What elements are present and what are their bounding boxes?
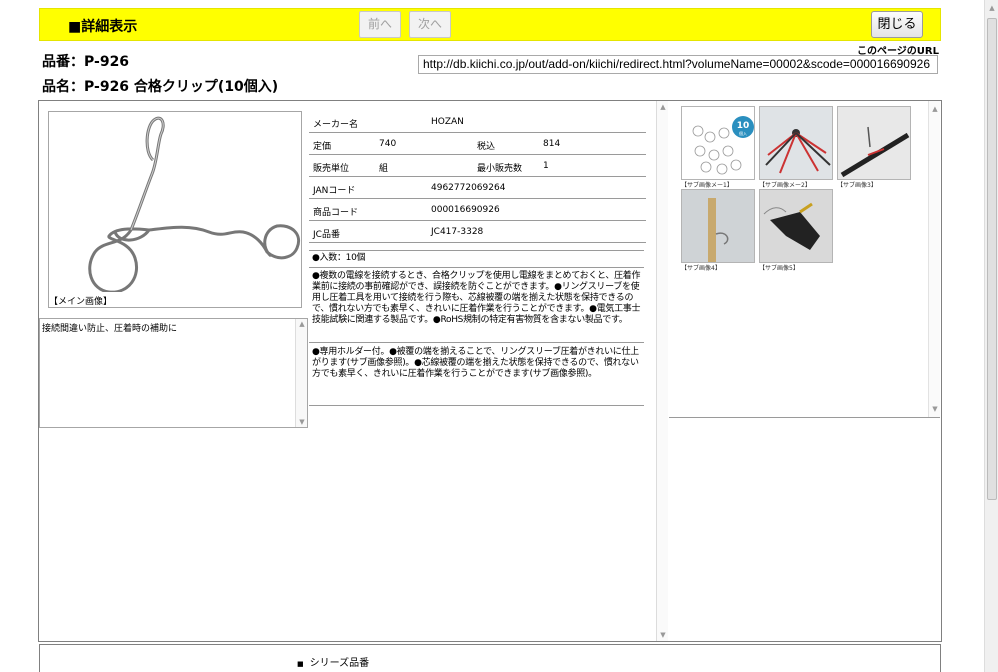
- note-quantity: ●入数：10個: [309, 250, 644, 268]
- spec-row-jc: JC品番 JC417-3328: [309, 221, 646, 243]
- sub-image-panel: 10 個入 【サブ画像メー1】 【サブ画像メー2】 【サブ画像3】 【サブ画像4…: [669, 101, 940, 418]
- wire-photo-icon: [760, 107, 832, 179]
- sub-image-1[interactable]: 10 個入: [681, 106, 755, 180]
- scroll-thumb[interactable]: [987, 18, 997, 500]
- sub-image-1-caption: 【サブ画像メー1】: [681, 182, 733, 189]
- spec-value: 814: [543, 139, 561, 149]
- url-field[interactable]: http://db.kiichi.co.jp/out/add-on/kiichi…: [418, 55, 938, 74]
- scroll-down-icon[interactable]: ▼: [296, 418, 308, 426]
- description-text: 接続間違い防止、圧着時の補助に: [42, 324, 178, 334]
- page-title: ■詳細表示: [68, 19, 138, 35]
- detail-scrollbar[interactable]: ▲ ▼: [656, 101, 668, 641]
- scroll-up-icon[interactable]: ▲: [986, 4, 998, 12]
- product-code: 品番：P-926: [42, 54, 130, 70]
- prev-button[interactable]: 前へ: [359, 11, 401, 38]
- note-paragraph-1: ●複数の電線を接続するとき、合格クリップを使用し電線をまとめておくと、圧着作業前…: [309, 271, 644, 343]
- spec-row-unit: 販売単位 組 最小販売数 1: [309, 155, 646, 177]
- series-heading: ■ シリーズ品番: [297, 654, 369, 669]
- series-frame: [39, 644, 941, 672]
- sub-image-2[interactable]: [759, 106, 833, 180]
- spec-label: 商品コード: [313, 208, 359, 218]
- description-box[interactable]: 接続間違い防止、圧着時の補助に ▲ ▼: [39, 318, 308, 428]
- page-scrollbar[interactable]: ▲: [984, 0, 998, 672]
- bullet-icon: ■: [297, 660, 304, 668]
- sub-image-5-caption: 【サブ画像5】: [759, 265, 799, 272]
- spec-row-maker: メーカー名 HOZAN: [309, 111, 646, 133]
- sub-image-4-caption: 【サブ画像4】: [681, 265, 721, 272]
- spec-value: 組: [379, 164, 389, 174]
- main-image[interactable]: 【メイン画像】: [48, 111, 302, 308]
- spec-value: HOZAN: [431, 117, 464, 127]
- spec-label: JC品番: [313, 230, 340, 240]
- main-image-caption: 【メイン画像】: [49, 297, 113, 307]
- close-button[interactable]: 閉じる: [871, 11, 923, 38]
- crimp-photo-icon: [838, 107, 910, 179]
- tool-photo-icon: [760, 190, 832, 262]
- spec-label: JANコード: [313, 186, 356, 196]
- spec-value: 740: [379, 139, 397, 149]
- series-label: シリーズ品番: [309, 658, 370, 669]
- scroll-down-icon[interactable]: ▼: [657, 631, 669, 639]
- spec-row-price: 定価 740 税込 814: [309, 133, 646, 155]
- badge-count: 10: [737, 121, 750, 131]
- spec-label: メーカー名: [313, 120, 359, 130]
- badge-unit: 個入: [739, 130, 747, 136]
- spec-label: 定価: [313, 142, 332, 152]
- note-paragraph-2: ●専用ホルダー付。●被覆の端を揃えることで、リングスリーブ圧着がきれいに仕上がり…: [309, 347, 644, 406]
- clip-icon: [88, 116, 300, 294]
- spec-label: 販売単位: [313, 164, 350, 174]
- scroll-down-icon[interactable]: ▼: [929, 405, 941, 413]
- scroll-up-icon[interactable]: ▲: [657, 103, 669, 111]
- sub-image-scrollbar[interactable]: ▲ ▼: [928, 101, 940, 417]
- spec-row-item: 商品コード 000016690926: [309, 199, 646, 221]
- spec-value: 4962772069264: [431, 183, 506, 193]
- sub-image-5[interactable]: [759, 189, 833, 263]
- spec-label: 最小販売数: [477, 164, 523, 174]
- sub-image-3[interactable]: [837, 106, 911, 180]
- sub-image-4[interactable]: [681, 189, 755, 263]
- sub-image-2-caption: 【サブ画像メー2】: [759, 182, 811, 189]
- description-scrollbar[interactable]: ▲ ▼: [295, 319, 307, 427]
- spec-value: 000016690926: [431, 205, 500, 215]
- toolbar: ■詳細表示 前へ 次へ 閉じる: [39, 8, 941, 41]
- spec-row-jan: JANコード 4962772069264: [309, 177, 646, 199]
- spec-value: 1: [543, 161, 549, 171]
- next-button[interactable]: 次へ: [409, 11, 451, 38]
- sub-image-3-caption: 【サブ画像3】: [837, 182, 877, 189]
- spec-table: メーカー名 HOZAN 定価 740 税込 814 販売単位 組 最小販売数 1…: [309, 111, 646, 243]
- product-name: 品名：P-926 合格クリップ(10個入): [42, 79, 279, 95]
- spec-value: JC417-3328: [431, 227, 484, 237]
- scroll-up-icon[interactable]: ▲: [929, 105, 941, 113]
- holder-photo-icon: [682, 190, 754, 262]
- clip-set-icon: 10 個入: [692, 116, 754, 175]
- scroll-up-icon[interactable]: ▲: [296, 320, 308, 328]
- spec-label: 税込: [477, 142, 496, 152]
